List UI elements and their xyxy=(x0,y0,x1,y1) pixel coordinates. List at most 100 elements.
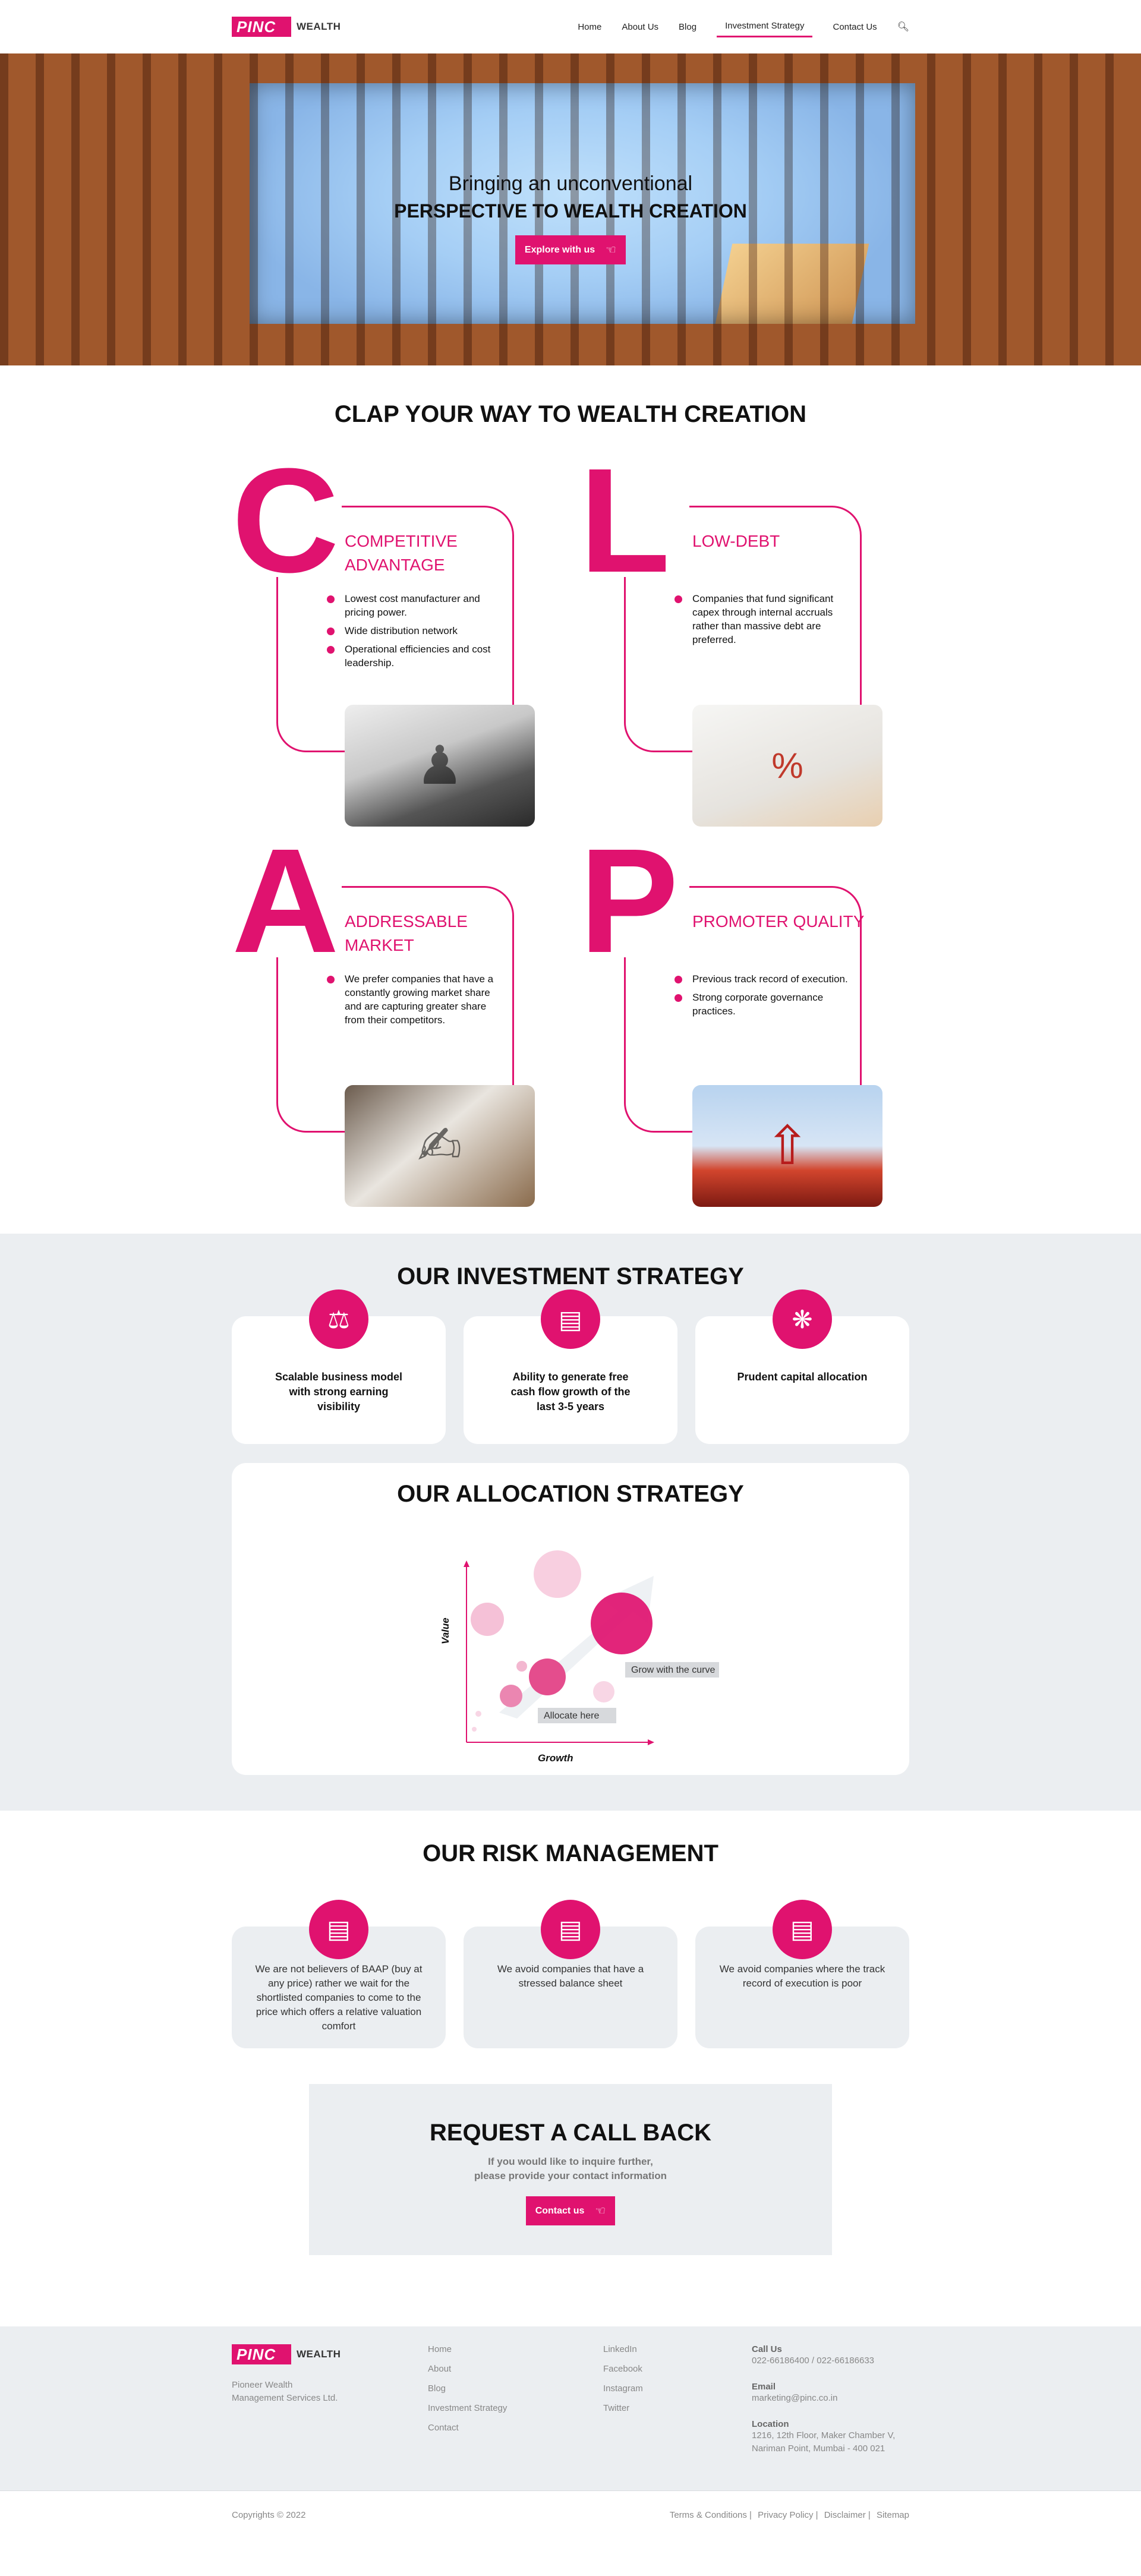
footer-brand: PINC WEALTH Pioneer Wealth Management Se… xyxy=(232,2344,428,2470)
strategy-card-text: Prudent capital allocation xyxy=(737,1371,868,1383)
strategy-card: ❋ Prudent capital allocation xyxy=(695,1289,909,1444)
clap-card-title: ADDRESSABLE MARKET xyxy=(345,912,468,954)
bubble xyxy=(475,1711,481,1717)
search-icon[interactable]: 🔍︎ xyxy=(897,21,909,33)
footer-link-contact[interactable]: Contact xyxy=(428,2423,603,2433)
y-axis-arrow-icon xyxy=(464,1560,469,1567)
percent-blocks-image: % xyxy=(692,705,882,827)
hand-pointer-icon: ☜ xyxy=(595,2205,606,2218)
clap-card-a: A ADDRESSABLE MARKET We prefer companies… xyxy=(232,818,579,1207)
bubble xyxy=(516,1661,527,1672)
logo-mark: PINC xyxy=(232,2344,291,2364)
clap-point: We prefer companies that have a constant… xyxy=(327,972,505,1027)
risk-card-text: We avoid companies where the track recor… xyxy=(719,1963,885,1989)
capital-hand-icon: ❋ xyxy=(773,1289,832,1349)
x-axis-arrow-icon xyxy=(648,1739,654,1745)
clap-card-p: P PROMOTER QUALITY Previous track record… xyxy=(579,818,927,1207)
hero-banner: Bringing an unconventional PERSPECTIVE T… xyxy=(0,53,1141,365)
logo-mark: PINC xyxy=(232,17,291,37)
clap-card-c: C COMPETITIVE ADVANTAGE Lowest cost manu… xyxy=(232,437,579,827)
y-axis-label: Value xyxy=(440,1618,451,1644)
social-twitter[interactable]: Twitter xyxy=(603,2403,752,2413)
handshake-image: ✍ xyxy=(345,1085,535,1207)
allocation-graphic: Grow with the curve Allocate here Value … xyxy=(440,1550,719,1764)
clap-point: Lowest cost manufacturer and pricing pow… xyxy=(327,592,505,619)
bubble xyxy=(534,1550,581,1598)
bubble xyxy=(591,1593,653,1654)
copyright: Copyrights © 2022 xyxy=(232,2510,306,2520)
footer-link-home[interactable]: Home xyxy=(428,2344,603,2354)
call-value[interactable]: 022-66186400 / 022-66186633 xyxy=(752,2354,909,2367)
sitemap-link[interactable]: Sitemap xyxy=(877,2510,909,2520)
logo-word: WEALTH xyxy=(297,21,341,32)
risk-cards: ▤ We are not believers of BAAP (buy at a… xyxy=(232,1900,909,2048)
growth-city-image: ⇧ xyxy=(692,1085,882,1207)
investment-strategy-section: OUR INVESTMENT STRATEGY ⚖ Scalable busin… xyxy=(0,1234,1141,1811)
chess-image: ♟ xyxy=(345,705,535,827)
footer-link-about[interactable]: About xyxy=(428,2364,603,2374)
hero-line2: PERSPECTIVE TO WEALTH CREATION xyxy=(394,200,747,222)
risk-card: ▤ We avoid companies that have a stresse… xyxy=(464,1900,677,2048)
nav-investment-strategy[interactable]: Investment Strategy xyxy=(717,16,813,37)
clap-grid: C COMPETITIVE ADVANTAGE Lowest cost manu… xyxy=(232,437,909,1207)
bubble xyxy=(500,1685,522,1707)
clap-letter: L xyxy=(579,437,670,603)
bubble xyxy=(471,1603,504,1636)
clap-point: Companies that fund significant capex th… xyxy=(674,592,853,647)
explore-button-label: Explore with us xyxy=(524,244,595,255)
email-value[interactable]: marketing@pinc.co.in xyxy=(752,2392,909,2405)
nav-blog[interactable]: Blog xyxy=(679,17,696,37)
site-footer: PINC WEALTH Pioneer Wealth Management Se… xyxy=(0,2326,1141,2490)
risk-card-text: We avoid companies that have a stressed … xyxy=(497,1963,644,1989)
callback-line2: please provide your contact information xyxy=(474,2170,667,2181)
scale-icon: ⚖ xyxy=(309,1289,368,1349)
clap-card-title: COMPETITIVE ADVANTAGE xyxy=(345,532,458,574)
clap-card-title: LOW-DEBT xyxy=(692,532,780,550)
nav-contact[interactable]: Contact Us xyxy=(833,17,877,37)
nav-about[interactable]: About Us xyxy=(622,17,658,37)
hand-pointer-icon: ☜ xyxy=(606,244,617,257)
location-value: 1216, 12th Floor, Maker Chamber V, Narim… xyxy=(752,2430,896,2454)
terms-link[interactable]: Terms & Conditions xyxy=(670,2510,747,2520)
social-facebook[interactable]: Facebook xyxy=(603,2364,752,2374)
footer-links: Home About Blog Investment Strategy Cont… xyxy=(428,2344,603,2470)
privacy-link[interactable]: Privacy Policy xyxy=(758,2510,813,2520)
callback-text: If you would like to inquire further, pl… xyxy=(309,2155,832,2183)
clap-card-l: L LOW-DEBT Companies that fund significa… xyxy=(579,437,927,827)
bubble xyxy=(529,1659,566,1695)
strategy-card: ▤ Ability to generate free cash flow gro… xyxy=(464,1289,677,1444)
contact-us-button[interactable]: Contact us ☜ xyxy=(525,2196,616,2225)
social-instagram[interactable]: Instagram xyxy=(603,2383,752,2394)
disclaimer-link[interactable]: Disclaimer xyxy=(824,2510,866,2520)
bottom-bar: Copyrights © 2022 Terms & Conditions | P… xyxy=(0,2490,1141,2539)
social-linkedin[interactable]: LinkedIn xyxy=(603,2344,752,2354)
clap-letter: C xyxy=(232,437,339,603)
call-label: Call Us xyxy=(752,2344,782,2354)
allocation-panel: OUR ALLOCATION STRATEGY Grow with the cu… xyxy=(232,1463,909,1775)
footer-link-investment-strategy[interactable]: Investment Strategy xyxy=(428,2403,603,2413)
callback-title: REQUEST A CALL BACK xyxy=(429,2120,712,2146)
clap-letter: P xyxy=(579,818,679,983)
main-nav: Home About Us Blog Investment Strategy C… xyxy=(578,16,909,37)
explore-button[interactable]: Explore with us ☜ xyxy=(515,235,626,264)
hero-text: Bringing an unconventional PERSPECTIVE T… xyxy=(0,172,1141,264)
footer-link-blog[interactable]: Blog xyxy=(428,2383,603,2394)
contact-us-label: Contact us xyxy=(535,2205,585,2216)
clap-point: Wide distribution network xyxy=(327,624,505,638)
clap-point: Strong corporate governance practices. xyxy=(674,991,853,1018)
footer-contact: Call Us 022-66186400 / 022-66186633 Emai… xyxy=(752,2344,909,2470)
location-label: Location xyxy=(752,2419,789,2429)
logo[interactable]: PINC WEALTH xyxy=(232,17,341,37)
footer-logo[interactable]: PINC WEALTH xyxy=(232,2344,428,2364)
clap-card-points: Lowest cost manufacturer and pricing pow… xyxy=(327,592,505,674)
clap-card-title: PROMOTER QUALITY xyxy=(692,912,865,931)
risk-management-section: OUR RISK MANAGEMENT ▤ We are not believe… xyxy=(0,1811,1141,2291)
clap-card-points: Companies that fund significant capex th… xyxy=(674,592,853,651)
callback-line1: If you would like to inquire further, xyxy=(488,2156,653,2167)
clap-letter: A xyxy=(232,818,339,983)
clap-point: Previous track record of execution. xyxy=(674,972,853,986)
allocation-title: OUR ALLOCATION STRATEGY xyxy=(397,1481,744,1507)
risk-card: ▤ We avoid companies where the track rec… xyxy=(695,1900,909,2048)
clap-section: CLAP YOUR WAY TO WEALTH CREATION C COMPE… xyxy=(0,365,1141,1234)
nav-home[interactable]: Home xyxy=(578,17,601,37)
